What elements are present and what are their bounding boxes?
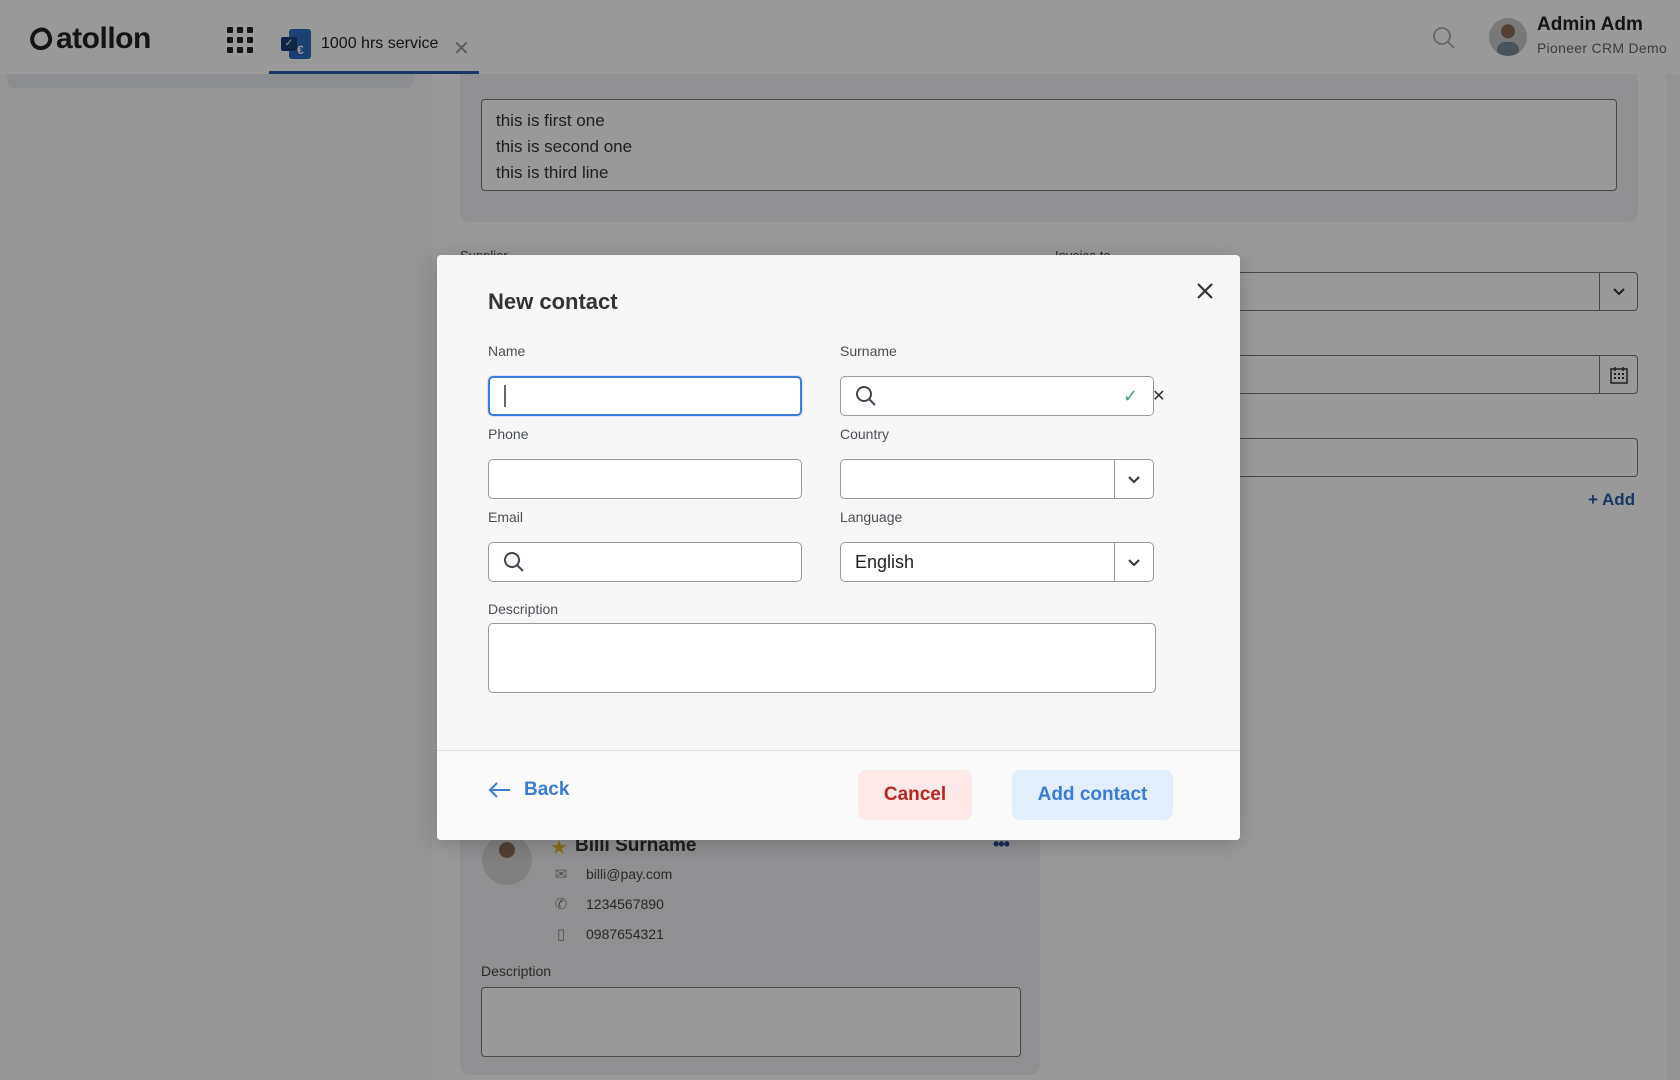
phone-input[interactable] (489, 460, 801, 498)
back-label: Back (524, 779, 570, 800)
name-input[interactable] (506, 378, 800, 414)
country-label: Country (840, 426, 890, 442)
search-icon (856, 386, 876, 406)
new-contact-modal: New contact Name Surname ✓ ✕ Phone Count… (437, 255, 1240, 840)
clear-icon[interactable]: ✕ (1152, 386, 1165, 406)
name-label: Name (488, 343, 526, 359)
modal-title: New contact (488, 289, 618, 314)
country-select[interactable] (840, 459, 1154, 499)
cancel-button[interactable]: Cancel (858, 770, 972, 820)
description-label: Description (488, 601, 559, 617)
confirm-check-icon[interactable]: ✓ (1123, 386, 1138, 407)
phone-label: Phone (488, 426, 529, 442)
description-textarea[interactable] (488, 623, 1156, 693)
chevron-down-icon (1128, 558, 1140, 566)
modal-footer: Back Cancel Add contact (437, 750, 1240, 840)
language-select[interactable]: English (840, 542, 1154, 582)
email-label: Email (488, 509, 524, 525)
add-contact-button[interactable]: Add contact (1012, 770, 1173, 820)
close-icon[interactable] (1191, 277, 1219, 305)
surname-field[interactable]: ✓ ✕ (840, 376, 1166, 416)
search-icon (504, 552, 524, 572)
language-label: Language (840, 509, 903, 525)
arrow-left-icon (488, 782, 510, 798)
surname-input[interactable] (877, 377, 1123, 415)
country-dropdown-button[interactable] (1114, 460, 1153, 498)
language-dropdown-button[interactable] (1114, 543, 1153, 581)
surname-label: Surname (840, 343, 897, 359)
phone-field[interactable] (488, 459, 802, 499)
email-input[interactable] (525, 543, 801, 581)
back-button[interactable]: Back (488, 779, 569, 801)
language-value: English (855, 551, 915, 572)
name-field[interactable] (488, 376, 802, 416)
email-field[interactable] (488, 542, 802, 582)
chevron-down-icon (1128, 475, 1140, 483)
